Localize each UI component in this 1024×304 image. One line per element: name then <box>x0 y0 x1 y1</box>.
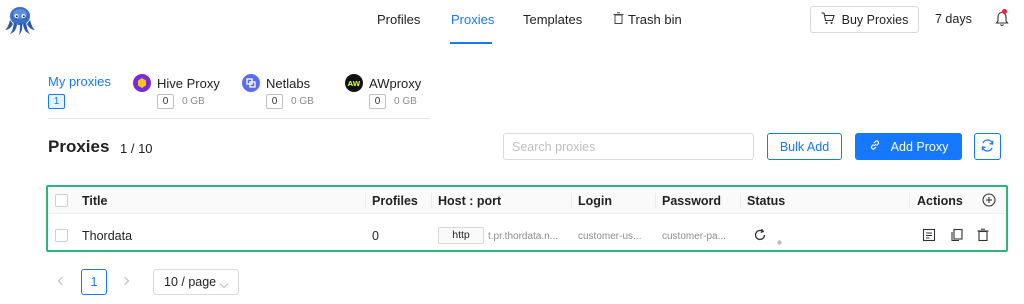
column-host-port[interactable]: Host : port <box>438 194 501 208</box>
column-profiles[interactable]: Profiles <box>372 194 418 208</box>
column-separator <box>655 193 656 208</box>
provider-traffic: 0 GB <box>291 96 314 107</box>
copy-icon[interactable] <box>950 228 964 245</box>
column-separator <box>571 193 572 208</box>
netlabs-logo-icon <box>242 74 260 92</box>
add-proxy-label: Add Proxy <box>890 139 949 154</box>
column-actions: Actions <box>917 194 963 208</box>
refresh-button[interactable] <box>974 133 1001 160</box>
chevron-down-icon <box>219 278 229 292</box>
octopus-logo-icon[interactable] <box>4 4 36 36</box>
chevron-right-icon[interactable] <box>123 275 130 289</box>
search-input[interactable] <box>503 133 754 160</box>
page-size-label: 10 / page <box>164 275 217 289</box>
provider-name: Netlabs <box>266 75 311 91</box>
cell-profiles: 0 <box>372 229 379 243</box>
nav-trash-bin[interactable]: Trash bin <box>613 12 682 27</box>
nav-trash-label: Trash bin <box>628 12 682 27</box>
chevron-left-icon[interactable] <box>57 275 64 289</box>
hive-proxy-logo-icon <box>133 74 151 92</box>
awproxy-logo-icon: AW <box>345 74 363 92</box>
cell-password: customer-pa... <box>662 231 726 242</box>
provider-name: Hive Proxy <box>157 75 220 91</box>
column-title[interactable]: Title <box>82 194 107 208</box>
provider-name: My proxies <box>48 74 111 89</box>
column-separator <box>431 193 432 208</box>
column-separator <box>909 193 910 208</box>
status-dot-icon <box>777 233 782 248</box>
cell-login: customer-us... <box>578 231 642 242</box>
plus-circle-icon[interactable] <box>982 193 996 210</box>
provider-tab-my-proxies[interactable]: My proxies 1 <box>48 74 111 109</box>
buy-proxies-button[interactable]: Buy Proxies <box>810 6 919 33</box>
table-header: Title Profiles Host : port Login Passwor… <box>48 187 1006 214</box>
page-1-button[interactable]: 1 <box>81 269 107 295</box>
add-proxy-button[interactable]: Add Proxy <box>855 133 962 160</box>
trial-days-label: 7 days <box>935 12 972 26</box>
provider-count-badge: 0 <box>157 94 174 109</box>
nav-proxies[interactable]: Proxies <box>451 12 494 27</box>
nav-templates[interactable]: Templates <box>523 12 582 27</box>
provider-traffic: 0 GB <box>394 96 417 107</box>
provider-tabs-divider <box>48 118 430 119</box>
protocol-tag: http <box>438 227 484 244</box>
provider-tab-awproxy[interactable]: AW AWproxy 0 0 GB <box>345 74 422 109</box>
column-separator <box>365 193 366 208</box>
column-separator <box>740 193 741 208</box>
cell-host: t.pr.thordata.n... <box>488 231 559 242</box>
page-size-select[interactable]: 10 / page <box>153 269 239 295</box>
provider-count-badge: 0 <box>266 94 283 109</box>
reload-icon[interactable] <box>753 228 767 245</box>
provider-name: AWproxy <box>369 75 422 91</box>
buy-proxies-label: Buy Proxies <box>841 12 909 27</box>
column-status[interactable]: Status <box>747 194 785 208</box>
page-title: Proxies <box>48 137 110 156</box>
proxy-count: 1 / 10 <box>120 141 153 156</box>
delete-icon[interactable] <box>976 228 990 245</box>
svg-text:AW: AW <box>348 80 361 88</box>
cell-title: Thordata <box>82 229 133 243</box>
edit-icon[interactable] <box>922 228 936 245</box>
top-navigation: Profiles Proxies Templates Trash bin Buy… <box>0 0 1024 44</box>
trash-icon <box>613 12 624 27</box>
row-checkbox[interactable] <box>55 229 68 242</box>
select-all-checkbox[interactable] <box>55 194 68 207</box>
provider-count-badge: 1 <box>48 94 65 109</box>
cart-icon <box>821 11 835 28</box>
nav-active-indicator <box>450 42 492 44</box>
refresh-icon <box>980 138 995 156</box>
provider-tab-netlabs[interactable]: Netlabs 0 0 GB <box>242 74 314 109</box>
bulk-add-button[interactable]: Bulk Add <box>767 133 842 160</box>
column-password[interactable]: Password <box>662 194 721 208</box>
provider-traffic: 0 GB <box>182 96 205 107</box>
provider-tab-hive-proxy[interactable]: Hive Proxy 0 0 GB <box>133 74 220 109</box>
nav-profiles[interactable]: Profiles <box>377 12 420 27</box>
link-icon <box>869 139 881 154</box>
notification-dot <box>1002 9 1007 14</box>
provider-count-badge: 0 <box>369 94 386 109</box>
proxies-table: Title Profiles Host : port Login Passwor… <box>46 185 1008 252</box>
column-login[interactable]: Login <box>578 194 612 208</box>
